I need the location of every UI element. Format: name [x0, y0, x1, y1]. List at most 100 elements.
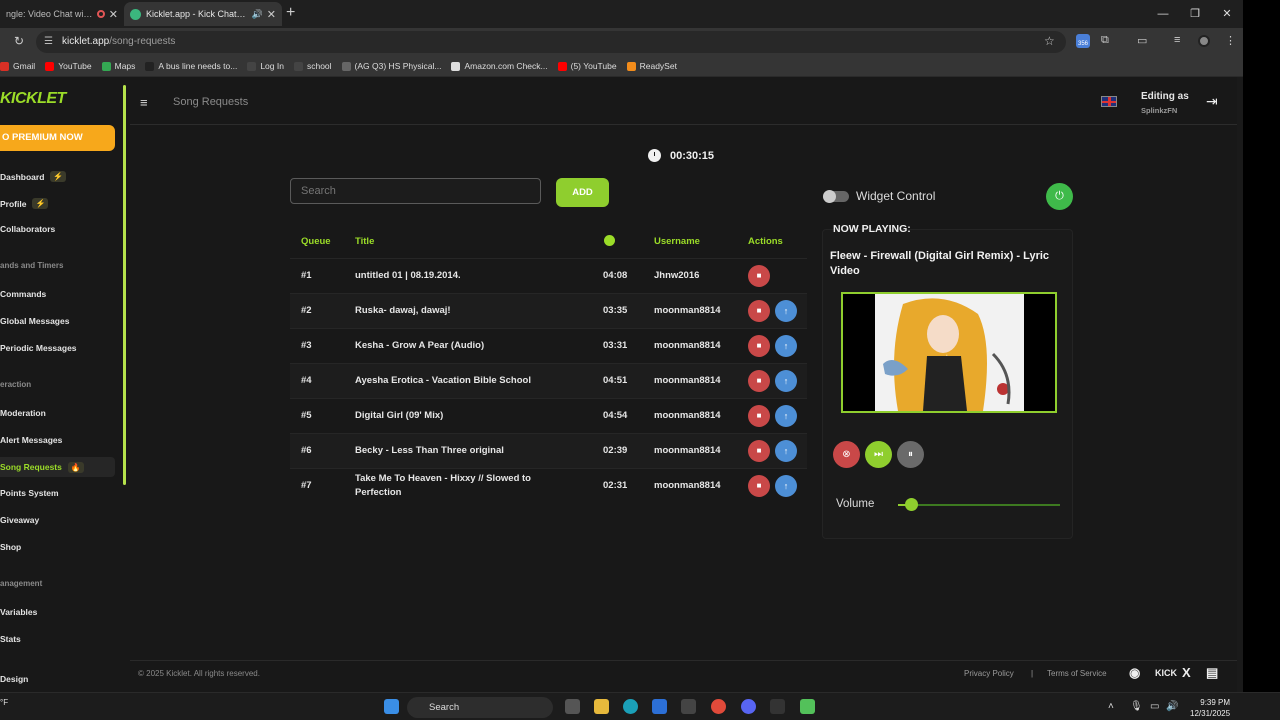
bookmark-item[interactable]: (5) YouTube	[557, 61, 617, 71]
sidebar-item-dashboard[interactable]: Dashboard ⚡	[0, 171, 67, 182]
get-premium-button[interactable]: O PREMIUM NOW	[0, 125, 115, 151]
system-clock[interactable]: 9:39 PM 12/31/2025	[1190, 697, 1230, 719]
network-icon[interactable]: ▭	[1150, 701, 1159, 712]
capcut-icon[interactable]	[770, 699, 785, 714]
tab-video-chat[interactable]: ngle: Video Chat with S ✕	[0, 2, 124, 26]
x-twitter-icon[interactable]: X	[1182, 665, 1191, 680]
sidebar-item-profile[interactable]: Profile ⚡	[0, 198, 49, 209]
tray-chevron-icon[interactable]: ˄	[1108, 701, 1114, 712]
sidebar-item-commands[interactable]: Commands	[0, 289, 46, 299]
remove-song-icon[interactable]: ■	[748, 475, 770, 497]
sidebar-item-points-system[interactable]: Points System	[0, 488, 59, 498]
store-icon[interactable]	[681, 699, 696, 714]
sidebar-item-collaborators[interactable]: Collaborators	[0, 224, 55, 234]
volume-tray-icon[interactable]: 🔊	[1166, 701, 1178, 712]
taskbar-search[interactable]: Search	[407, 697, 553, 718]
windows-start-icon[interactable]	[384, 699, 399, 714]
move-up-icon[interactable]: ↑	[775, 475, 797, 497]
move-up-icon[interactable]: ↑	[775, 300, 797, 322]
bookmark-item[interactable]: A bus line needs to...	[145, 61, 237, 71]
menu-toggle-icon[interactable]: ≡	[140, 95, 148, 110]
bookmark-item[interactable]: (AG Q3) HS Physical...	[341, 61, 441, 71]
sidebar-item-shop[interactable]: Shop	[0, 542, 21, 552]
mail-icon[interactable]	[652, 699, 667, 714]
table-header: Queue Title Username Actions	[290, 227, 807, 258]
skip-stop-icon[interactable]: ⊗	[833, 441, 860, 468]
file-explorer-icon[interactable]	[594, 699, 609, 714]
privacy-policy-link[interactable]: Privacy Policy	[964, 669, 1014, 678]
sidebar-item-song-requests[interactable]: Song Requests 🔥	[0, 457, 115, 477]
move-up-icon[interactable]: ↑	[775, 370, 797, 392]
bookmark-item[interactable]: Log In	[247, 61, 284, 71]
window-close-icon[interactable]: ✕	[1211, 0, 1243, 28]
power-icon[interactable]: ⏻	[1046, 183, 1073, 210]
minimize-icon[interactable]: —	[1147, 0, 1179, 28]
remove-song-icon[interactable]: ■	[748, 300, 770, 322]
browser-menu-icon[interactable]: ⋮	[1225, 34, 1236, 47]
video-thumbnail[interactable]	[841, 292, 1057, 413]
sidebar-item-periodic-messages[interactable]: Periodic Messages	[0, 343, 77, 353]
search-input[interactable]	[290, 178, 541, 204]
maximize-icon[interactable]: ❐	[1179, 0, 1211, 28]
widget-control-toggle[interactable]	[823, 190, 849, 203]
move-up-icon[interactable]: ↑	[775, 335, 797, 357]
remove-song-icon[interactable]: ■	[748, 405, 770, 427]
sidebar-item-label: Giveaway	[0, 515, 40, 525]
bookmark-item[interactable]: YouTube	[45, 61, 92, 71]
reload-icon[interactable]: ↻	[14, 34, 24, 48]
remove-song-icon[interactable]: ■	[748, 265, 770, 287]
bookmark-item[interactable]: school	[293, 61, 332, 71]
bookmark-item[interactable]: Gmail	[0, 61, 35, 71]
chrome-icon[interactable]	[711, 699, 726, 714]
tab-kicklet[interactable]: Kicklet.app - Kick Chatbot a 🔊 ✕	[124, 2, 282, 26]
sidebar-item-global-messages[interactable]: Global Messages	[0, 316, 69, 326]
sidebar-item-design[interactable]: Design	[0, 674, 28, 684]
edge-icon[interactable]	[623, 699, 638, 714]
url-field[interactable]: ☰ kicklet.app/song-requests	[36, 31, 1066, 53]
task-view-icon[interactable]	[565, 699, 580, 714]
kicklet-logo[interactable]: KICKLET	[0, 90, 66, 108]
bookmark-item[interactable]: Amazon.com Check...	[451, 61, 548, 71]
sidebar: KICKLET O PREMIUM NOW Dashboard ⚡ Profile ⚡…	[0, 77, 123, 692]
bookmark-item[interactable]: Maps	[101, 61, 135, 71]
volume-slider[interactable]	[898, 504, 1060, 506]
add-song-button[interactable]: ADD	[556, 178, 609, 207]
mic-icon[interactable]: 🎙	[1130, 701, 1143, 712]
site-info-icon[interactable]: ☰	[44, 31, 53, 53]
sidebar-scrollbar[interactable]	[123, 85, 126, 485]
sidebar-item-alert-messages[interactable]: Alert Messages	[0, 435, 62, 445]
new-tab-icon[interactable]: +	[286, 4, 295, 22]
profile-avatar-icon[interactable]	[1198, 35, 1210, 47]
close-icon[interactable]: ✕	[109, 8, 118, 21]
split-view-icon[interactable]: ▭	[1137, 34, 1147, 47]
sidebar-item-giveaway[interactable]: Giveaway	[0, 515, 39, 525]
sidebar-item-stats[interactable]: Stats	[0, 634, 21, 644]
close-icon[interactable]: ✕	[267, 8, 276, 21]
bookmark-star-icon[interactable]: ☆	[1044, 34, 1055, 48]
sidebar-item-variables[interactable]: Variables	[0, 607, 37, 617]
volume-knob[interactable]	[904, 498, 918, 511]
speaker-icon[interactable]: 🔊	[252, 9, 263, 20]
remove-song-icon[interactable]: ■	[748, 335, 770, 357]
move-up-icon[interactable]: ↑	[775, 440, 797, 462]
next-track-icon[interactable]: ⏭	[865, 441, 892, 468]
terms-of-service-link[interactable]: Terms of Service	[1047, 669, 1107, 678]
discord-taskbar-icon[interactable]	[741, 699, 756, 714]
extensions-icon[interactable]: ⧉	[1101, 34, 1109, 47]
media-control-icon[interactable]: ≡	[1174, 34, 1180, 46]
kick-icon[interactable]: KICK	[1155, 668, 1177, 678]
kick-app-icon[interactable]	[800, 699, 815, 714]
language-flag-icon[interactable]	[1101, 96, 1117, 107]
weather-temp[interactable]: °F	[0, 698, 8, 707]
bookmark-item[interactable]: ReadySet	[626, 61, 677, 71]
sidebar-item-moderation[interactable]: Moderation	[0, 408, 46, 418]
discord-icon[interactable]: ◉	[1129, 665, 1140, 681]
remove-song-icon[interactable]: ■	[748, 370, 770, 392]
pause-icon[interactable]: ⏸	[897, 441, 924, 468]
move-up-icon[interactable]: ↑	[775, 405, 797, 427]
extension-badge-icon[interactable]: 356	[1076, 34, 1090, 48]
page-scrollbar[interactable]	[1237, 77, 1243, 692]
docs-icon[interactable]: ▤	[1206, 665, 1218, 681]
remove-song-icon[interactable]: ■	[748, 440, 770, 462]
logout-icon[interactable]: ⇥	[1206, 93, 1218, 110]
